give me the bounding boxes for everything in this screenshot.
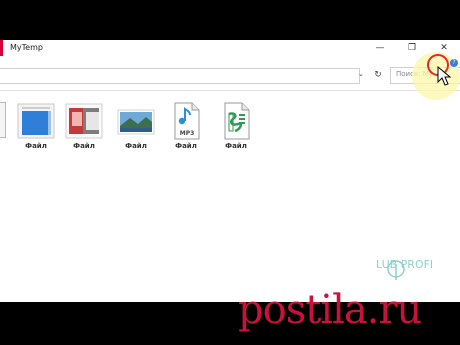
mp3-text: MP3: [180, 130, 195, 137]
file-explorer-window: MyTemp — ❐ ✕ ⌄ ↻ Поиск: My Файл: [0, 40, 460, 302]
file-item[interactable]: Файл: [114, 102, 158, 158]
help-icon[interactable]: ?: [450, 59, 458, 67]
mouse-cursor-icon: [437, 66, 451, 86]
maximize-button[interactable]: ❐: [404, 41, 420, 55]
file-item[interactable]: Файл: [214, 102, 258, 158]
file-grid: Файл Файл Файл MP3 Файл Файл: [0, 102, 460, 162]
mp3-audio-icon: MP3: [174, 102, 200, 140]
file-item[interactable]: Файл: [62, 102, 106, 158]
watermark-text: LUB PROFI: [376, 258, 434, 271]
address-bar[interactable]: [0, 68, 360, 84]
title-bar: MyTemp — ❐ ✕: [0, 40, 460, 58]
chevron-down-icon[interactable]: ⌄: [358, 70, 364, 78]
file-label: Файл: [225, 142, 247, 150]
file-label: Файл: [175, 142, 197, 150]
refresh-icon[interactable]: ↻: [371, 68, 385, 82]
window-title: MyTemp: [10, 43, 43, 52]
window-accent: [0, 40, 3, 56]
image-thumbnail-icon: [65, 103, 103, 139]
divider: [0, 90, 460, 91]
file-item[interactable]: Файл: [14, 102, 58, 158]
brand-text: postila.ru: [238, 287, 422, 333]
file-label: Файл: [125, 142, 147, 150]
landscape-thumbnail-icon: [117, 109, 155, 135]
brand-logo: postila.ru: [236, 282, 460, 342]
file-item[interactable]: MP3 Файл: [164, 102, 208, 158]
minimize-button[interactable]: —: [372, 41, 388, 55]
audio-file-icon: [224, 102, 250, 140]
file-label: Файл: [73, 142, 95, 150]
file-label: Файл: [25, 142, 47, 150]
document-thumbnail-icon: [17, 103, 55, 139]
